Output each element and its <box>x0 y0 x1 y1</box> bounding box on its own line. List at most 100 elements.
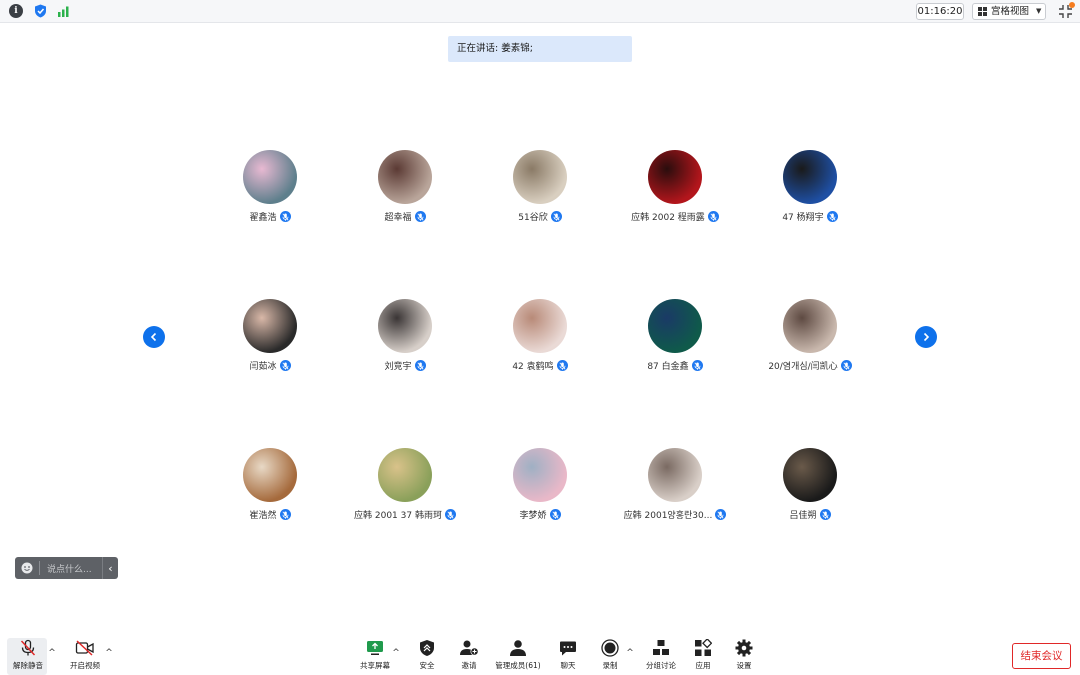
participant-name: 崔浩然 <box>249 511 277 521</box>
muted-mic-icon <box>18 638 38 658</box>
record-options-chevron-icon[interactable]: ^ <box>625 648 635 658</box>
add-user-icon <box>459 638 479 658</box>
share-options-chevron-icon[interactable]: ^ <box>391 648 401 658</box>
unmute-button[interactable]: 解除静音 <box>8 638 48 671</box>
avatar <box>783 448 837 502</box>
muted-mic-badge-icon <box>550 211 562 222</box>
collapse-chat-icon[interactable]: ‹ <box>102 557 118 579</box>
participant-tile[interactable]: 应韩 2002 程雨露 <box>615 150 735 223</box>
participant-tile[interactable]: 87 白金鑫 <box>615 299 735 372</box>
speaking-banner: 正在讲话: 姜素锦; <box>448 36 632 62</box>
participant-tile[interactable]: 闫茹冰 <box>210 299 330 372</box>
participant-name: 87 白金鑫 <box>647 362 689 372</box>
muted-mic-badge-icon <box>826 211 838 222</box>
emoji-icon[interactable] <box>21 562 33 574</box>
participant-name: 吕佳朔 <box>789 511 817 521</box>
chat-bubble-icon <box>558 638 578 658</box>
muted-mic-badge-icon <box>691 360 703 371</box>
invite-button[interactable]: 邀请 <box>456 638 482 671</box>
record-button[interactable]: 录制 <box>597 638 623 671</box>
participant-tile[interactable]: 应韩 2001양홍란30... <box>615 448 735 521</box>
participant-name-row: 闫茹冰 <box>249 359 291 372</box>
participant-name-row: 刘竞宇 <box>384 359 426 372</box>
chat-button[interactable]: 聊天 <box>555 638 581 671</box>
participant-tile[interactable]: 刘竞宇 <box>345 299 465 372</box>
start-video-label: 开启视频 <box>70 661 100 670</box>
participant-name: 李梦娇 <box>519 511 547 521</box>
view-label: 宫格视图 <box>991 6 1030 17</box>
muted-mic-badge-icon <box>444 509 456 520</box>
participant-name: 51谷欣 <box>518 213 548 223</box>
gear-icon <box>734 638 754 658</box>
muted-mic-badge-icon <box>556 360 568 371</box>
participant-tile[interactable]: 翟鑫浩 <box>210 150 330 223</box>
participant-tile[interactable]: 应韩 2001 37 韩雨珂 <box>345 448 465 521</box>
participant-name-row: 87 白金鑫 <box>647 359 703 372</box>
shield-icon[interactable] <box>33 4 47 18</box>
breakout-rooms-button[interactable]: 分组讨论 <box>643 638 679 671</box>
video-options-chevron-icon[interactable]: ^ <box>104 648 114 658</box>
top-bar: i 01:16:20 宫格视图 ▼ <box>0 0 1080 23</box>
participant-name: 47 杨翔宇 <box>782 213 824 223</box>
participant-tile[interactable]: 51谷欣 <box>480 150 600 223</box>
audio-options-chevron-icon[interactable]: ^ <box>47 648 57 658</box>
muted-mic-badge-icon <box>279 360 291 371</box>
start-video-button[interactable]: 开启视频 <box>65 638 105 671</box>
participant-name: 应韩 2001양홍란30... <box>623 511 713 521</box>
end-meeting-button[interactable]: 结束会议 <box>1012 643 1071 669</box>
participant-name: 刘竞宇 <box>384 362 412 372</box>
unmute-label: 解除静音 <box>13 661 43 670</box>
participant-name-row: 翟鑫浩 <box>249 210 291 223</box>
info-icon[interactable]: i <box>9 4 23 18</box>
share-screen-button[interactable]: 共享屏幕 <box>358 638 392 671</box>
chat-divider <box>39 561 40 575</box>
muted-mic-badge-icon <box>414 360 426 371</box>
security-button[interactable]: 安全 <box>414 638 440 671</box>
manage-members-label: 管理成员(61) <box>495 661 541 670</box>
avatar <box>378 448 432 502</box>
members-icon <box>508 638 528 658</box>
participant-name-row: 吕佳朔 <box>789 508 831 521</box>
manage-members-button[interactable]: 管理成员(61) <box>494 638 542 671</box>
meeting-timer: 01:16:20 <box>916 3 964 20</box>
participant-tile[interactable]: 李梦娇 <box>480 448 600 521</box>
view-switch-button[interactable]: 宫格视图 ▼ <box>972 3 1046 20</box>
avatar <box>783 299 837 353</box>
signal-strength-icon[interactable] <box>57 4 71 18</box>
apps-button[interactable]: 应用 <box>690 638 716 671</box>
apps-label: 应用 <box>695 661 711 670</box>
participant-tile[interactable]: 20/염개심/闫凯心 <box>750 299 870 372</box>
participant-name: 应韩 2002 程雨露 <box>631 213 705 223</box>
bottom-toolbar: 解除静音 ^ 开启视频 ^ 共享屏幕 ^ 安全 邀请 管理成员(61) 聊天 录… <box>0 633 1080 675</box>
avatar <box>243 299 297 353</box>
participant-name-row: 应韩 2001 37 韩雨珂 <box>354 508 456 521</box>
participant-name-row: 李梦娇 <box>519 508 561 521</box>
chat-input-placeholder[interactable]: 说点什么... <box>47 562 99 575</box>
quick-chat-box[interactable]: 说点什么... ‹ <box>15 557 118 579</box>
participant-tile[interactable]: 超幸福 <box>345 150 465 223</box>
settings-label: 设置 <box>736 661 752 670</box>
participant-name-row: 47 杨翔宇 <box>782 210 838 223</box>
caret-down-icon: ▼ <box>1036 7 1042 15</box>
apps-icon <box>693 638 713 658</box>
breakout-rooms-label: 分组讨论 <box>646 661 676 670</box>
participant-name: 应韩 2001 37 韩雨珂 <box>354 511 442 521</box>
invite-label: 邀请 <box>461 661 477 670</box>
next-page-button[interactable] <box>915 326 937 348</box>
avatar <box>513 448 567 502</box>
participant-tile[interactable]: 崔浩然 <box>210 448 330 521</box>
participant-tile[interactable]: 吕佳朔 <box>750 448 870 521</box>
settings-button[interactable]: 设置 <box>731 638 757 671</box>
participant-tile[interactable]: 42 袁鹤鸣 <box>480 299 600 372</box>
participant-name-row: 超幸福 <box>384 210 426 223</box>
avatar <box>513 150 567 204</box>
exit-fullscreen-icon[interactable] <box>1057 2 1075 20</box>
muted-mic-badge-icon <box>279 211 291 222</box>
participant-name: 超幸福 <box>384 213 412 223</box>
security-label: 安全 <box>419 661 435 670</box>
chat-label: 聊天 <box>560 661 576 670</box>
muted-mic-badge-icon <box>279 509 291 520</box>
muted-mic-badge-icon <box>707 211 719 222</box>
participant-tile[interactable]: 47 杨翔宇 <box>750 150 870 223</box>
previous-page-button[interactable] <box>143 326 165 348</box>
